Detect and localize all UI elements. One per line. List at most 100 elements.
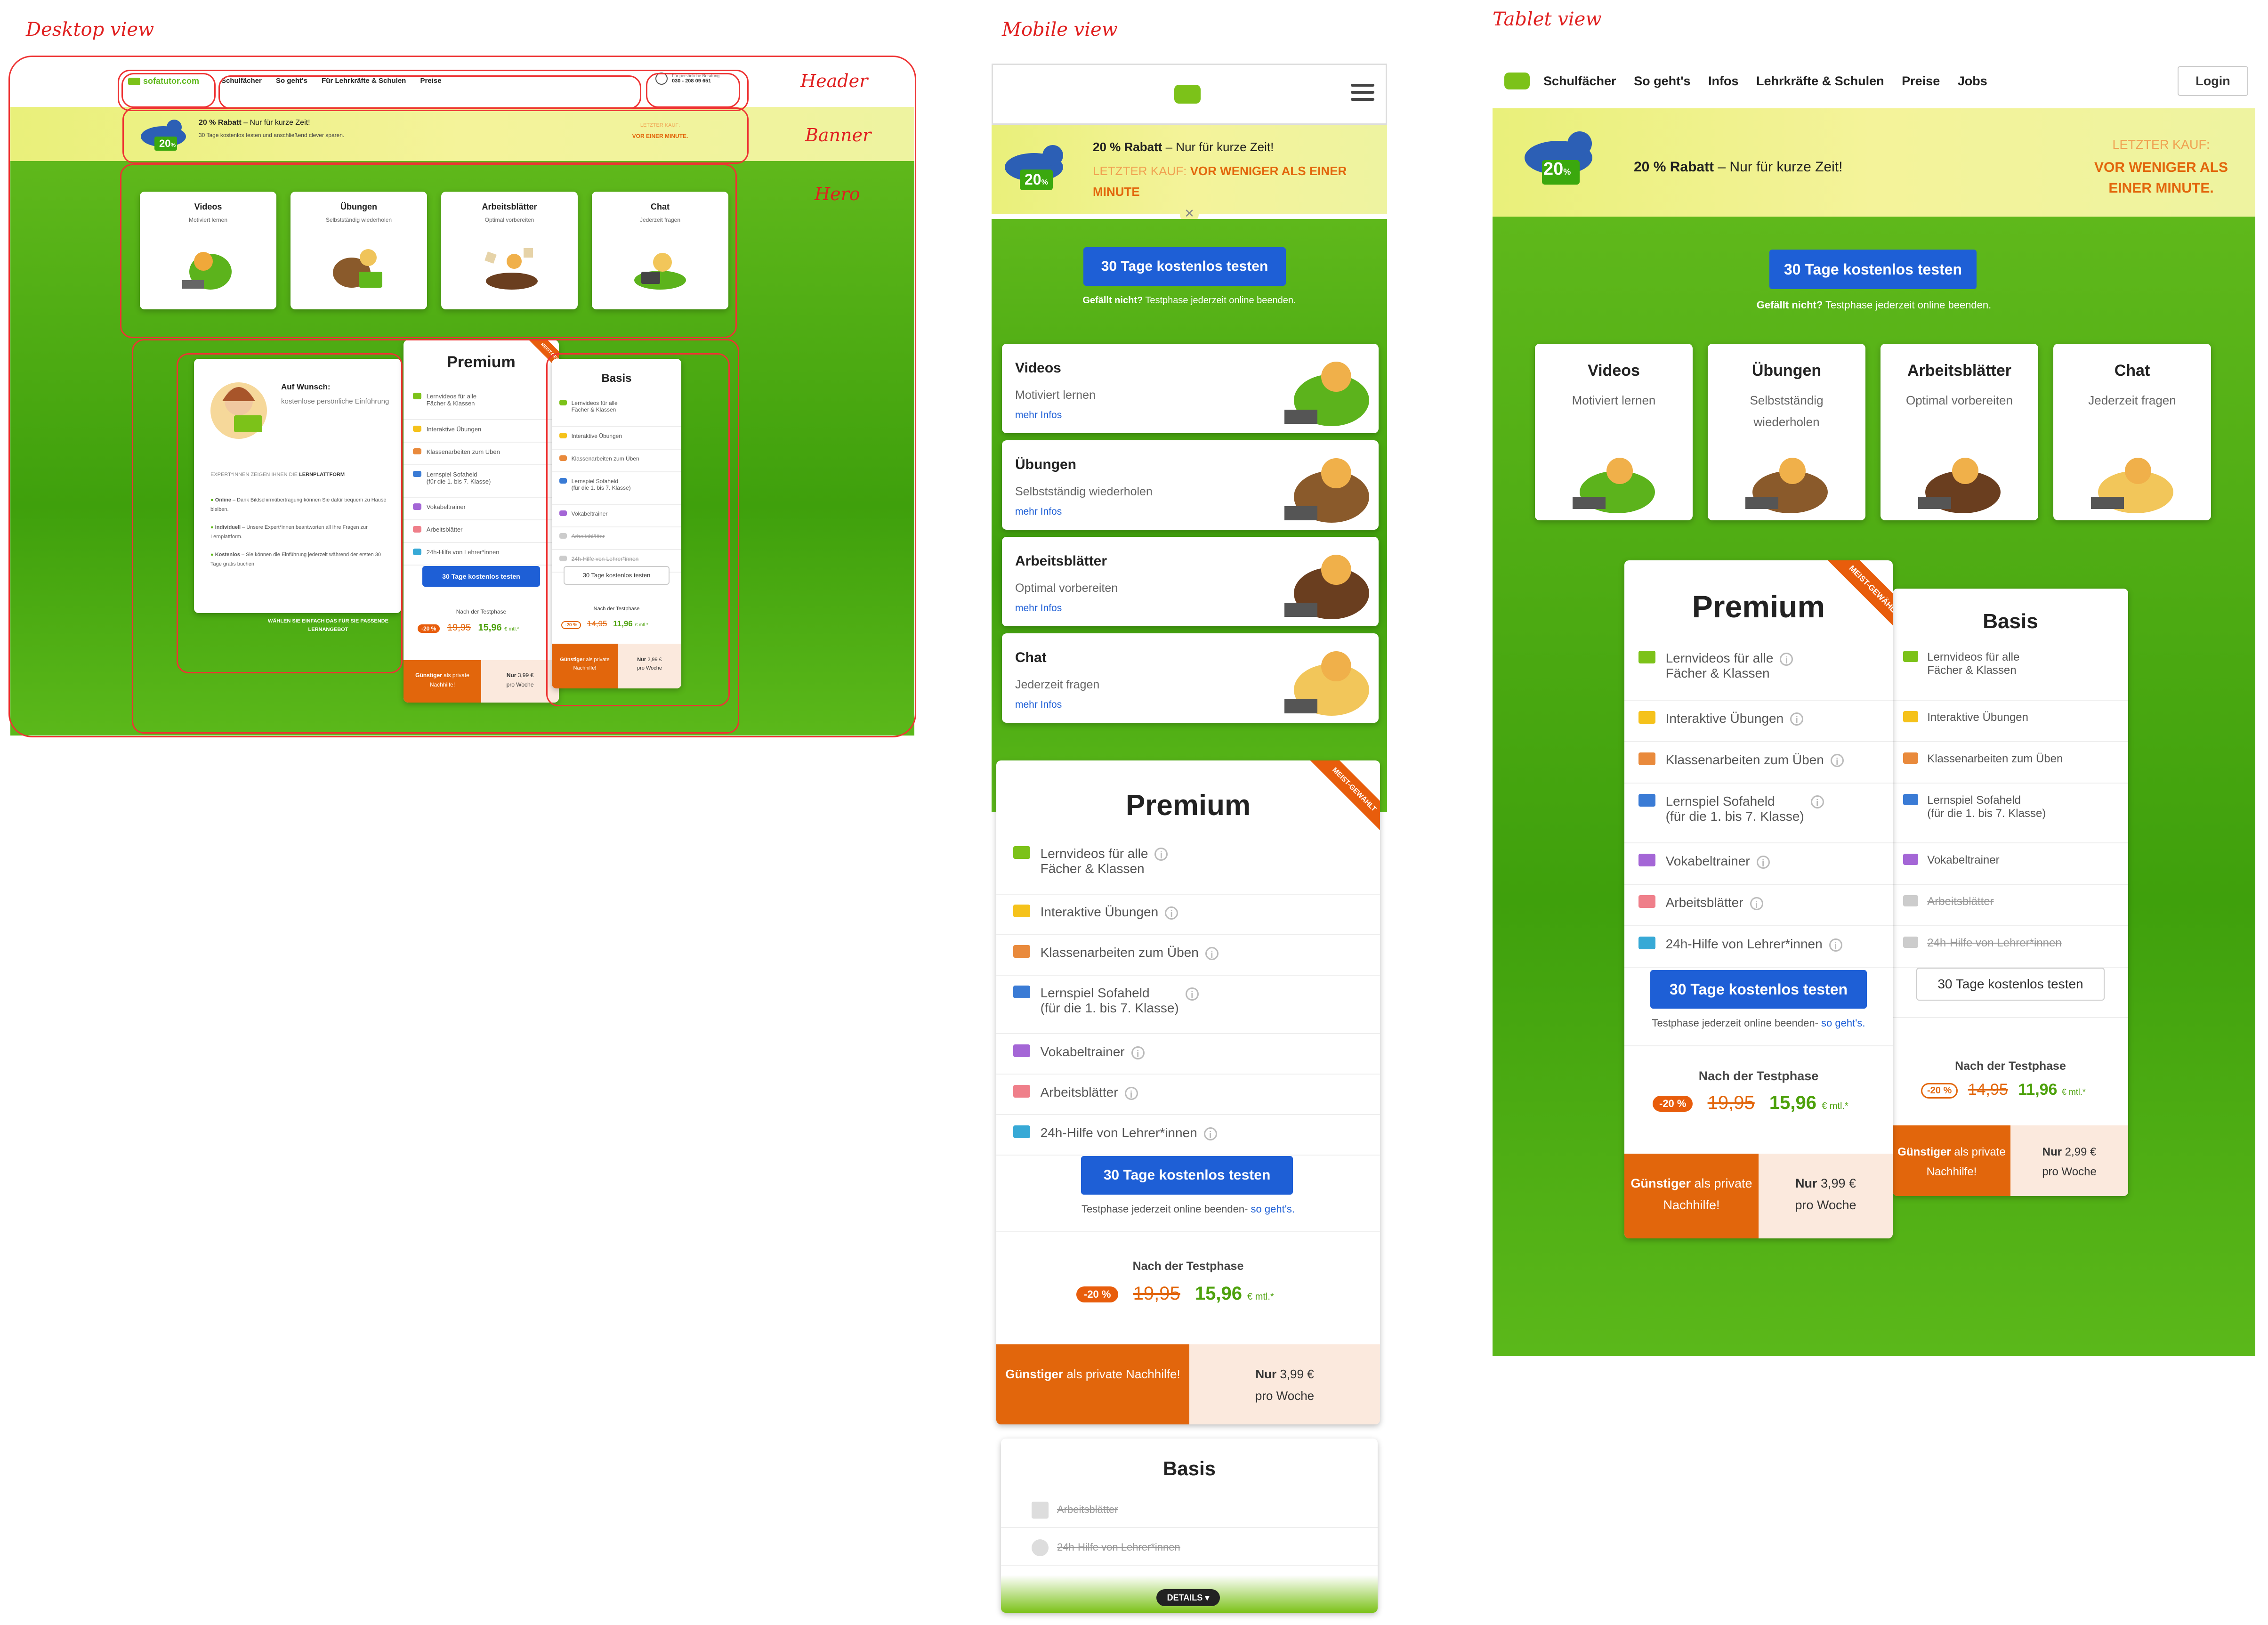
info-icon[interactable]: i	[1131, 1046, 1145, 1059]
premium-feature-row: Klassenarbeiten zum Üben i	[1624, 742, 1893, 784]
premium-promo-right: Nur 3,99 € pro Woche	[1759, 1154, 1893, 1238]
hamburger-menu-icon[interactable]	[1351, 84, 1374, 103]
nav-item-lehrkraefte[interactable]: Lehrkräfte & Schulen	[1756, 72, 1884, 90]
pencil-icon	[1013, 905, 1030, 918]
more-info-link[interactable]: mehr Infos	[1015, 506, 1062, 517]
feature-sub: Selbstständig wiederholen	[1750, 393, 1824, 429]
tablet-view: Schulfächer So geht's Infos Lehrkräfte &…	[1493, 52, 2255, 1356]
chevron-down-icon: ▾	[1205, 1593, 1210, 1602]
feature-label: Arbeitsblätter	[1040, 1084, 1118, 1100]
feature-label-group: Klassenarbeiten zum Üben	[1666, 752, 1824, 768]
feature-illustration	[1284, 362, 1369, 426]
info-icon[interactable]: i	[1165, 906, 1178, 920]
annotation-header-label: Header	[800, 71, 868, 91]
basis-promo-right: Nur 2,99 € pro Woche	[2010, 1125, 2128, 1196]
more-info-link[interactable]: mehr Infos	[1015, 603, 1062, 614]
feature-title: Übungen	[1751, 362, 1822, 380]
nav-item-infos[interactable]: Infos	[1708, 72, 1739, 90]
tablet-premium-card: MEIST-GEWÄHLT Premium Lernvideos für all…	[1624, 560, 1893, 1238]
tablet-sofa-logo-icon[interactable]	[1504, 73, 1530, 89]
feature-label: Arbeitsblätter	[1057, 1503, 1118, 1515]
mobile-feature-card[interactable]: Videos Motiviert lernen mehr Infos	[1002, 344, 1379, 433]
feature-label-group: Vokabeltrainer	[1666, 854, 1750, 869]
annotation-basis-box	[546, 353, 730, 706]
desktop-view-title: Desktop view	[26, 19, 154, 40]
nav-item-preise[interactable]: Preise	[1902, 72, 1940, 90]
feature-label-group: Klassenarbeiten zum Üben	[1041, 945, 1199, 960]
old-price: 14,95	[1968, 1081, 2008, 1099]
divider	[1893, 1017, 2128, 1018]
mobile-sofa-logo-icon[interactable]	[1174, 85, 1201, 104]
basis-title: Basis	[1983, 610, 2038, 633]
info-icon[interactable]: i	[1124, 1086, 1138, 1100]
feature-sub: Motiviert lernen	[1572, 393, 1656, 407]
note-link[interactable]: so geht's.	[1818, 1017, 1865, 1029]
premium-promo-right: Nur 3,99 € pro Woche	[1189, 1344, 1380, 1424]
badge-number: 20	[1025, 171, 1041, 188]
promo-left-bold: Günstiger	[1897, 1146, 1951, 1158]
more-info-link[interactable]: mehr Infos	[1015, 699, 1062, 711]
feature-label: Interaktive Übungen	[1927, 711, 2028, 724]
basis-feature-row: Arbeitsblätter	[1893, 885, 2128, 927]
premium-cta-button[interactable]: 30 Tage kostenlos testen	[1081, 1156, 1293, 1195]
feature-label-group: Arbeitsblätter	[1666, 895, 1743, 910]
premium-promo-left: Günstiger als private Nachhilfe!	[1624, 1154, 1759, 1238]
mobile-feature-card[interactable]: Übungen Selbstständig wiederholen mehr Inf…	[1002, 440, 1379, 530]
info-icon[interactable]: i	[1205, 946, 1219, 960]
info-icon[interactable]: i	[1185, 987, 1199, 1001]
tablet-banner-badge: 20%	[1543, 159, 1571, 179]
login-button[interactable]: Login	[2178, 66, 2248, 96]
premium-feature-row: Arbeitsblätter i	[1624, 885, 1893, 927]
promo-left-bold: Günstiger	[1005, 1367, 1064, 1381]
basis-cta-button[interactable]: 30 Tage kostenlos testen	[1916, 968, 2105, 1001]
tablet-feature-card[interactable]: Chat Jederzeit fragen	[2053, 344, 2211, 520]
feature-sub: Selbstständig wiederholen	[1015, 485, 1153, 498]
feature-illustration	[1284, 651, 1369, 716]
info-icon[interactable]: i	[1780, 652, 1793, 666]
info-icon[interactable]: i	[1810, 795, 1824, 809]
info-icon[interactable]: i	[1790, 712, 1804, 726]
feature-illustration	[1284, 555, 1369, 619]
details-toggle-button[interactable]: DETAILS ▾	[1156, 1589, 1220, 1606]
video-icon	[1638, 651, 1655, 663]
tablet-feature-cards: Videos Motiviert lernen Übungen Selbstständ…	[1535, 344, 2213, 523]
info-icon[interactable]: i	[1830, 754, 1844, 768]
info-icon[interactable]: i	[1203, 1127, 1217, 1140]
info-icon[interactable]: i	[1756, 855, 1770, 869]
mobile-last-buy: LETZTER KAUF: VOR WENIGER ALS EINER MINU…	[1093, 161, 1375, 202]
tablet-feature-card[interactable]: Arbeitsblätter Optimal vorbereiten	[1881, 344, 2038, 520]
pencil-icon	[1638, 711, 1655, 724]
feature-sub: Jederzeit fragen	[1015, 678, 1100, 691]
basis-after-label: Nach der Testphase	[1955, 1059, 2066, 1073]
mobile-hero-cta-button[interactable]: 30 Tage kostenlos testen	[1083, 247, 1286, 286]
mobile-feature-card[interactable]: Chat Jederzeit fragen mehr Infos	[1002, 633, 1379, 723]
feature-label: 24h-Hilfe von Lehrer*innen	[1927, 937, 2062, 950]
nav-item-jobs[interactable]: Jobs	[1958, 72, 1987, 90]
basis-feature-row: 24h-Hilfe von Lehrer*innen	[1893, 926, 2128, 968]
tablet-hero-cta-button[interactable]: 30 Tage kostenlos testen	[1769, 250, 1977, 289]
tablet-feature-card[interactable]: Videos Motiviert lernen	[1535, 344, 1693, 520]
feature-label-group: Vokabeltrainer	[1041, 1044, 1125, 1059]
feature-label: Klassenarbeiten zum Üben	[1040, 945, 1199, 960]
new-price: 15,96	[1195, 1283, 1242, 1304]
promo-right-sub: pro Woche	[2042, 1165, 2097, 1178]
info-icon[interactable]: i	[1154, 848, 1168, 861]
more-info-link[interactable]: mehr Infos	[1015, 410, 1062, 421]
mobile-basis-card: Basis Arbeitsblätter 24h-Hilfe von Lehre…	[1001, 1439, 1378, 1613]
feature-label-secondary: Fächer & Klassen	[1927, 664, 2017, 677]
premium-after-label: Nach der Testphase	[1698, 1069, 1819, 1083]
tablet-banner-title: 20 % Rabatt – Nur für kurze Zeit!	[1634, 159, 1842, 175]
note-link[interactable]: so geht's.	[1248, 1203, 1295, 1215]
details-label: DETAILS	[1167, 1593, 1203, 1602]
feature-title: Arbeitsblätter	[1015, 553, 1107, 569]
premium-cta-button[interactable]: 30 Tage kostenlos testen	[1650, 970, 1867, 1009]
feature-label-group: Vokabeltrainer	[1927, 854, 1999, 867]
mobile-feature-card[interactable]: Arbeitsblätter Optimal vorbereiten mehr In…	[1002, 537, 1379, 626]
promo-right-rest: 2,99 €	[2061, 1146, 2097, 1158]
info-icon[interactable]: i	[1750, 897, 1763, 910]
feature-label-secondary: Fächer & Klassen	[1665, 666, 1770, 680]
info-icon[interactable]: i	[1829, 938, 1842, 952]
nav-item-so-gehts[interactable]: So geht's	[1634, 72, 1690, 90]
tablet-feature-card[interactable]: Übungen Selbstständig wiederholen	[1708, 344, 1865, 520]
nav-item-schulfaecher[interactable]: Schulfächer	[1543, 72, 1616, 90]
